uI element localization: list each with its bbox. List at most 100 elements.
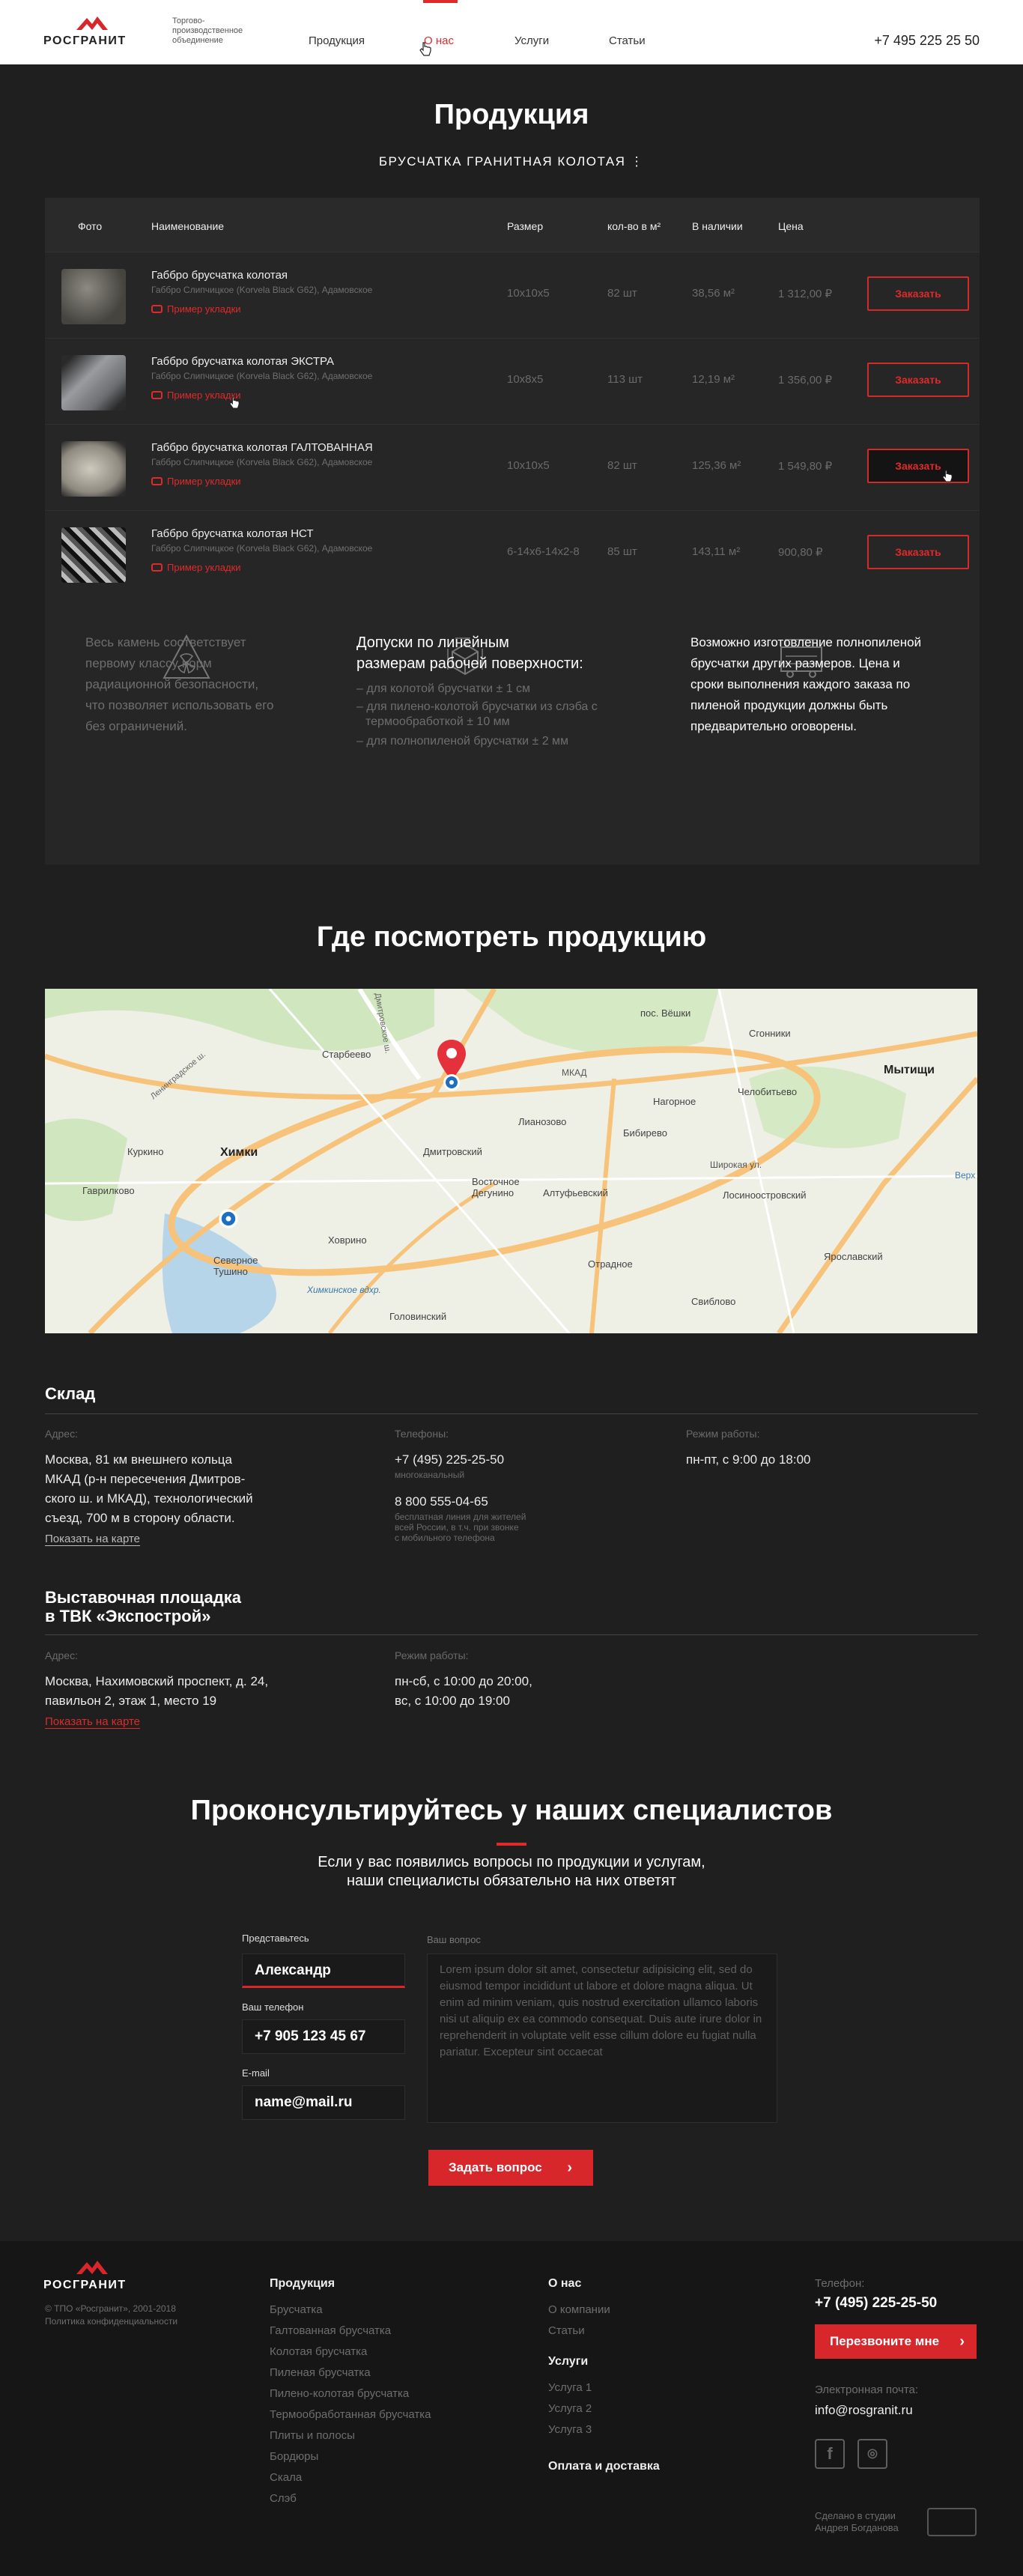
footer-link[interactable]: Бордюры	[270, 2450, 318, 2463]
col-stock: В наличии	[692, 220, 743, 232]
order-button[interactable]: Заказать	[867, 363, 969, 397]
product-material: Габбро Слипчицкое (Korvela Black G62), А…	[151, 543, 373, 554]
phone-2-note: бесплатная линия для жителей всей России,…	[395, 1512, 526, 1543]
map-label: Гаврилково	[82, 1185, 135, 1196]
address-label: Адрес:	[45, 1649, 78, 1661]
warehouse-phone-1[interactable]: +7 (495) 225-25-50	[395, 1450, 504, 1470]
email-input[interactable]: name@mail.ru	[242, 2085, 405, 2120]
footer-phone[interactable]: +7 (495) 225-25-50	[815, 2295, 937, 2312]
product-thumbnail[interactable]	[61, 355, 126, 410]
show-on-map-link[interactable]: Показать на карте	[45, 1715, 141, 1729]
products-panel: Фото Наименование Размер кол-во в м² В н…	[45, 198, 980, 864]
tolerance-info: Допуски по линейным размерам рабочей пов…	[356, 634, 598, 748]
footer-services-title[interactable]: Услуги	[548, 2355, 588, 2369]
map-label: Куркино	[127, 1146, 164, 1157]
studio-logo-icon[interactable]	[927, 2508, 977, 2536]
example-photo-link[interactable]: Пример укладки	[151, 562, 241, 573]
arrow-right-icon: ›	[567, 2160, 572, 2176]
warehouse-phone-2[interactable]: 8 800 555-04-65	[395, 1492, 488, 1512]
footer-link[interactable]: Пилено-колотая брусчатка	[270, 2387, 409, 2400]
footer-products-title[interactable]: Продукция	[270, 2277, 335, 2291]
footer-link[interactable]: Термообработанная брусчатка	[270, 2408, 431, 2421]
map-location-marker-icon[interactable]	[217, 1207, 240, 1230]
product-thumbnail[interactable]	[61, 441, 126, 497]
product-name[interactable]: Габбро брусчатка колотая ЭКСТРА	[151, 355, 334, 368]
name-label: Представьтесь	[242, 1933, 309, 1944]
hours-label: Режим работы:	[686, 1428, 760, 1440]
product-stock: 143,11 м²	[692, 545, 741, 558]
footer-logo[interactable]: РОСГРАНИТ	[43, 2258, 141, 2295]
product-name[interactable]: Габбро брусчатка колотая	[151, 269, 288, 282]
table-row: Габбро брусчатка колотая ГАЛТОВАННАЯ Габ…	[45, 424, 980, 510]
example-photo-link[interactable]: Пример укладки	[151, 390, 241, 401]
footer-link[interactable]: Услуга 1	[548, 2381, 592, 2394]
footer-link[interactable]: Статьи	[548, 2324, 585, 2337]
footer-link[interactable]: Услуга 2	[548, 2402, 592, 2415]
facebook-icon[interactable]: f	[815, 2439, 845, 2469]
order-button[interactable]: Заказать	[867, 276, 969, 311]
product-name[interactable]: Габбро брусчатка колотая НСТ	[151, 527, 314, 540]
email-label: E-mail	[242, 2067, 270, 2079]
hand-cursor-icon	[942, 470, 953, 482]
footer-link[interactable]: Слэб	[270, 2492, 297, 2505]
instagram-icon[interactable]: ◎	[857, 2439, 887, 2469]
product-thumbnail[interactable]	[61, 527, 126, 583]
phones-label: Телефоны:	[395, 1428, 449, 1440]
warehouse-title: Склад	[45, 1384, 96, 1403]
example-photo-link[interactable]: Пример укладки	[151, 476, 241, 487]
map-label: Отрадное	[588, 1258, 633, 1270]
nav-item-articles[interactable]: Статьи	[609, 34, 646, 47]
order-button[interactable]: Заказать	[867, 535, 969, 569]
category-selector[interactable]: БРУСЧАТКА ГРАНИТНАЯ КОЛОТАЯ ⋮	[0, 154, 1023, 169]
tagline: Торгово-производственное объединение	[172, 16, 243, 45]
product-name[interactable]: Габбро брусчатка колотая ГАЛТОВАННАЯ	[151, 441, 373, 454]
footer-link[interactable]: Пиленая брусчатка	[270, 2366, 371, 2379]
map-label: Лосиноостровский	[723, 1189, 807, 1201]
radiation-info: Весь камень соответствует первому классу …	[85, 635, 274, 733]
col-price: Цена	[778, 220, 804, 232]
hand-cursor-icon	[229, 396, 240, 409]
map-label: Дмитровский	[423, 1146, 482, 1157]
callback-button[interactable]: Перезвоните мне ›	[815, 2324, 977, 2359]
footer-email[interactable]: info@rosgranit.ru	[815, 2403, 913, 2418]
example-photo-link[interactable]: Пример укладки	[151, 303, 241, 315]
product-thumbnail[interactable]	[61, 269, 126, 324]
header-phone[interactable]: +7 495 225 25 50	[874, 33, 980, 49]
phone-input[interactable]: +7 905 123 45 67	[242, 2019, 405, 2054]
name-input[interactable]: Александр	[242, 1954, 405, 1988]
map-label: Мытищи	[884, 1064, 935, 1076]
show-on-map-link[interactable]: Показать на карте	[45, 1533, 141, 1546]
footer-link[interactable]: Брусчатка	[270, 2303, 323, 2316]
footer-link[interactable]: О компании	[548, 2303, 610, 2316]
footer-link[interactable]: Галтованная брусчатка	[270, 2324, 391, 2337]
question-textarea[interactable]: Lorem ipsum dolor sit amet, consectetur …	[427, 1954, 777, 2123]
footer-link[interactable]: Колотая брусчатка	[270, 2345, 367, 2358]
product-price: 1 312,00 ₽	[778, 288, 833, 300]
privacy-link[interactable]: Политика конфиденциальности	[45, 2316, 177, 2327]
products-title: Продукция	[434, 99, 589, 130]
product-qty: 82 шт	[607, 287, 637, 300]
ask-question-button[interactable]: Задать вопрос ›	[428, 2150, 593, 2186]
map-label: пос. Вёшки	[640, 1007, 691, 1019]
logo[interactable]: РОСГРАНИТ	[43, 13, 141, 51]
nav-item-services[interactable]: Услуги	[514, 34, 549, 47]
map-label: Верх	[955, 1170, 976, 1181]
map-label: Нагорное	[653, 1096, 696, 1107]
site-header: РОСГРАНИТ Торгово-производственное объед…	[0, 0, 1023, 64]
map-label: Старбеево	[322, 1049, 371, 1060]
order-button[interactable]: Заказать	[867, 449, 969, 483]
footer-link[interactable]: Услуга 3	[548, 2423, 592, 2436]
nav-item-products[interactable]: Продукция	[309, 34, 365, 47]
map-label: Химки	[220, 1146, 258, 1159]
map-location-marker-icon[interactable]	[442, 1073, 461, 1092]
site-footer: РОСГРАНИТ © ТПО «Росгранит», 2001-2018 П…	[0, 2241, 1023, 2576]
footer-link[interactable]: Скала	[270, 2471, 302, 2484]
map[interactable]: Старбеево пос. Вёшки Сгонники Мытищи Хим…	[45, 989, 977, 1333]
footer-delivery-link[interactable]: Оплата и доставка	[548, 2460, 660, 2473]
col-qty: кол-во в м²	[607, 220, 661, 232]
map-label: Алтуфьевский	[543, 1187, 608, 1198]
footer-link[interactable]: Плиты и полосы	[270, 2429, 355, 2442]
footer-about-title[interactable]: О нас	[548, 2277, 581, 2291]
studio-credit[interactable]: Сделано в студии Андрея Богданова	[815, 2510, 899, 2534]
map-label: Ховрино	[328, 1234, 367, 1246]
